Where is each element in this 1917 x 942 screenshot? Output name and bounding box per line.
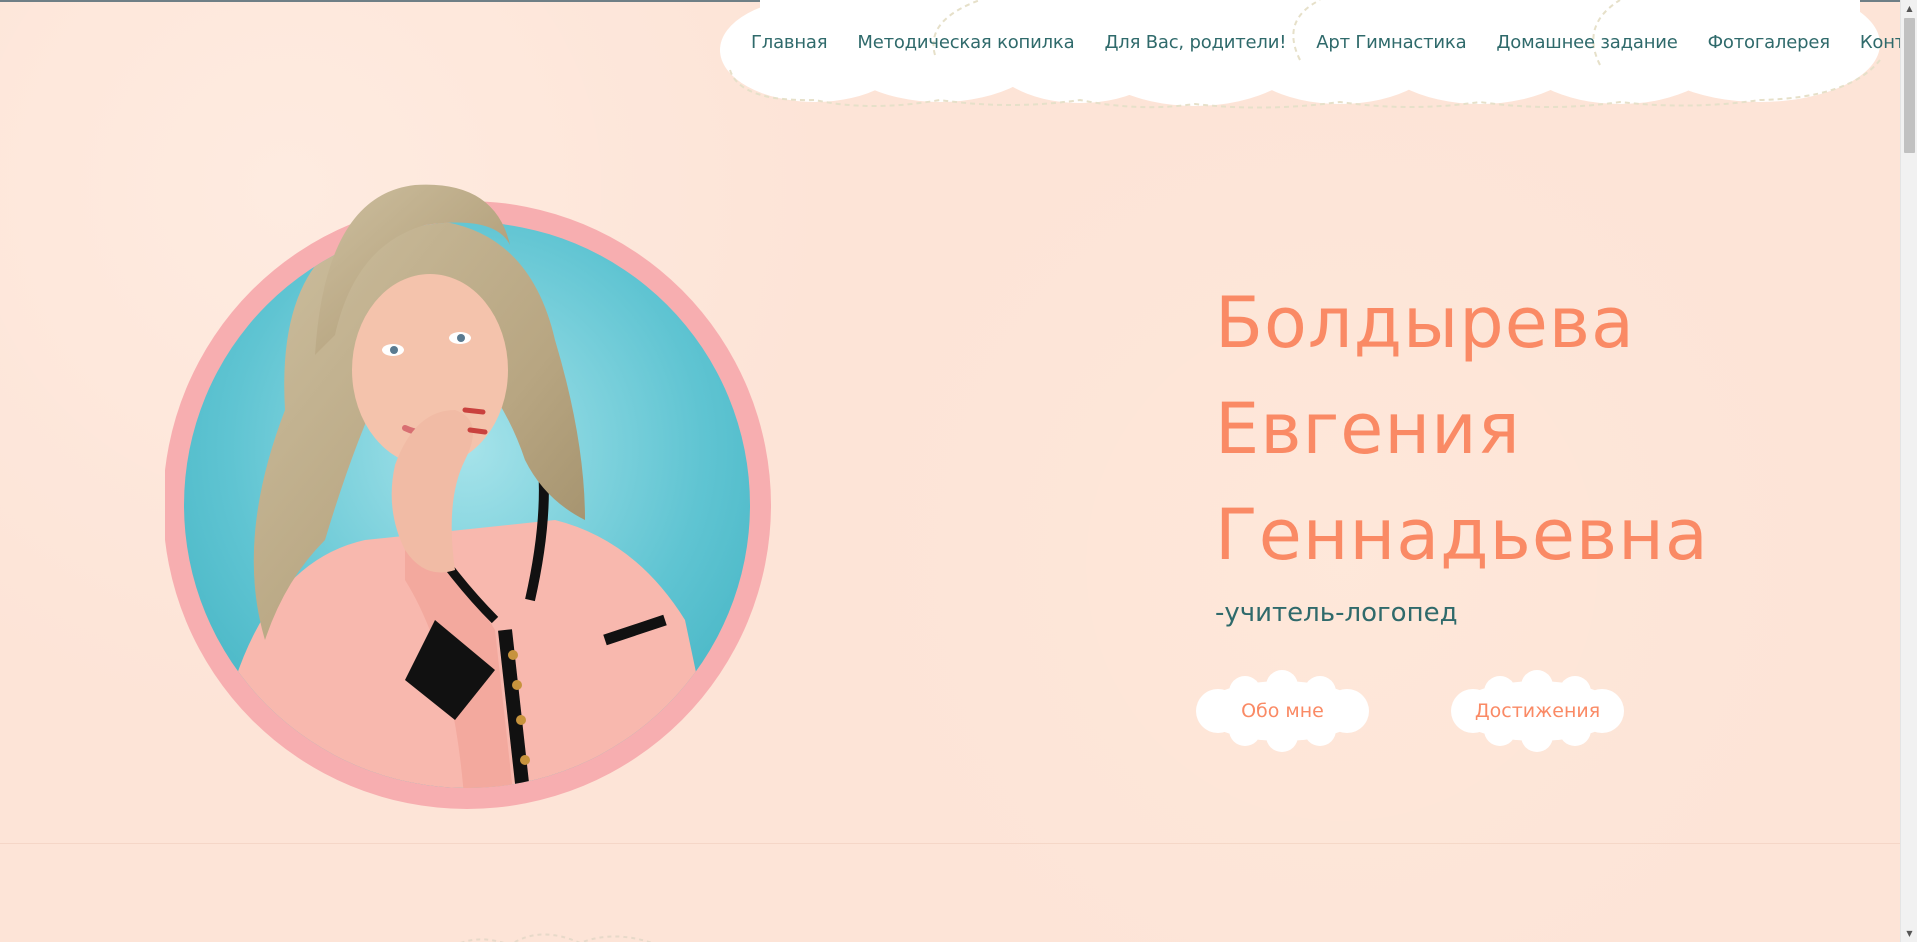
about-me-label: Обо мне <box>1241 700 1324 722</box>
hero-name: Болдырева Евгения Геннадьевна <box>1215 270 1709 588</box>
portrait-photo <box>165 160 785 810</box>
nav-item-methodical-collection[interactable]: Методическая копилка <box>842 32 1089 53</box>
nav-item-photo-gallery[interactable]: Фотогалерея <box>1693 32 1845 53</box>
scrollbar-thumb[interactable] <box>1904 18 1915 153</box>
section-divider <box>0 843 1900 844</box>
achievements-label: Достижения <box>1474 700 1601 722</box>
about-me-button[interactable]: Обо мне <box>1190 670 1375 752</box>
bottom-cloud-decoration <box>440 925 670 942</box>
hero-first-name: Евгения <box>1215 388 1521 470</box>
scroll-down-arrow-icon[interactable]: ▼ <box>1901 925 1917 942</box>
nav-cloud-background <box>720 0 1900 112</box>
vertical-scrollbar[interactable]: ▲ ▼ <box>1900 0 1917 942</box>
page: Главная Методическая копилка Для Вас, ро… <box>0 0 1917 942</box>
scroll-up-arrow-icon[interactable]: ▲ <box>1901 0 1917 17</box>
nav-item-home[interactable]: Главная <box>736 32 842 53</box>
nav-item-homework[interactable]: Домашнее задание <box>1481 32 1692 53</box>
hero-surname: Болдырева <box>1215 282 1635 364</box>
achievements-button[interactable]: Достижения <box>1445 670 1630 752</box>
nav-item-art-gymnastics[interactable]: Арт Гимнастика <box>1301 32 1481 53</box>
hero-role: -учитель-логопед <box>1215 598 1458 628</box>
nav-item-for-parents[interactable]: Для Вас, родители! <box>1089 32 1301 53</box>
hero-patronymic: Геннадьевна <box>1215 494 1709 576</box>
main-nav: Главная Методическая копилка Для Вас, ро… <box>736 32 1917 53</box>
